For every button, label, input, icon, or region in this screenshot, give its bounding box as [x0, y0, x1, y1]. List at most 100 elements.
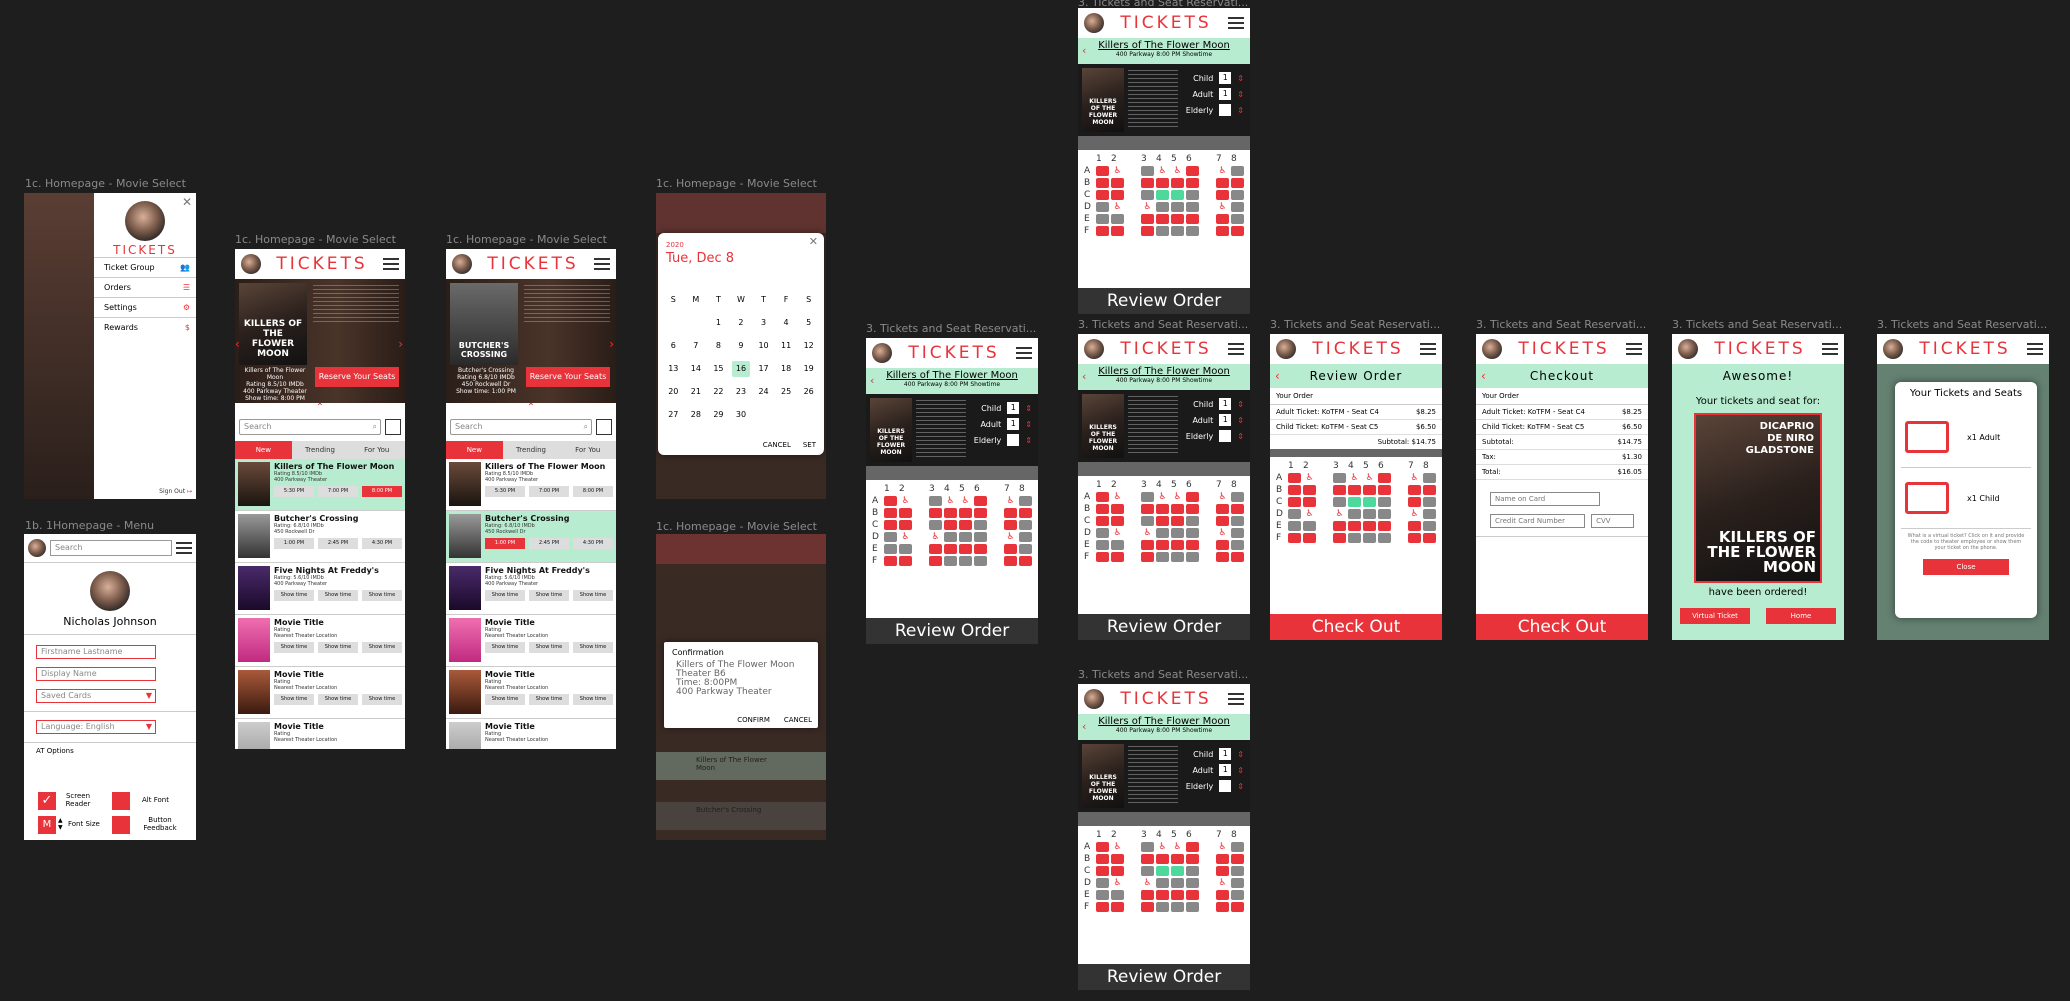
showtime-button[interactable]: 8:00 PM: [362, 486, 402, 497]
seat[interactable]: [1363, 521, 1376, 531]
seat[interactable]: [1363, 509, 1376, 519]
seat[interactable]: [1423, 521, 1436, 531]
seat-selected[interactable]: [1156, 190, 1169, 200]
seat[interactable]: [1333, 473, 1346, 483]
showtime-button[interactable]: 2:45 PM: [529, 538, 569, 549]
seat[interactable]: [1156, 202, 1169, 212]
seat[interactable]: [1303, 485, 1316, 495]
seat[interactable]: [1171, 878, 1184, 888]
hamburger-icon[interactable]: [594, 255, 610, 273]
seat[interactable]: [1303, 521, 1316, 531]
tab-trending[interactable]: Trending: [291, 441, 349, 459]
seat[interactable]: [929, 508, 942, 518]
review-order-button[interactable]: Review Order: [866, 618, 1038, 644]
seat[interactable]: [1171, 528, 1184, 538]
check-out-button[interactable]: Check Out: [1270, 614, 1442, 640]
seat[interactable]: [1348, 485, 1361, 495]
avatar[interactable]: [452, 254, 472, 274]
avatar[interactable]: [1084, 339, 1104, 359]
seat[interactable]: [1231, 166, 1244, 176]
chevron-right-icon[interactable]: ›: [398, 337, 403, 351]
seat[interactable]: [1111, 226, 1124, 236]
seat[interactable]: [884, 544, 897, 554]
seat-selected[interactable]: [1363, 497, 1376, 507]
movie-list-item[interactable]: Five Nights At Freddy's Rating: 5.6/10 IM…: [446, 563, 616, 615]
seat[interactable]: [1019, 508, 1032, 518]
seat[interactable]: [929, 496, 942, 506]
menu-item[interactable]: Orders ☰: [94, 277, 196, 297]
calendar-icon[interactable]: [385, 419, 401, 435]
saved-cards-select[interactable]: Saved Cards ▼: [36, 689, 156, 703]
showtime-button[interactable]: Show time: [485, 590, 525, 601]
showtime-button[interactable]: Show time: [318, 642, 358, 653]
seat[interactable]: [1156, 214, 1169, 224]
font-size-stepper[interactable]: ▲ ▼: [58, 817, 63, 831]
tab-for-you[interactable]: For You: [348, 441, 405, 459]
accessible-seat-icon[interactable]: ♿: [899, 496, 912, 506]
seat[interactable]: [1348, 533, 1361, 543]
quantity-stepper[interactable]: ⇕: [1237, 90, 1244, 99]
seat[interactable]: [944, 544, 957, 554]
accessible-seat-icon[interactable]: ♿: [1303, 473, 1316, 483]
showtime-button[interactable]: Show time: [573, 642, 613, 653]
name-field[interactable]: Firstname Lastname: [36, 645, 156, 659]
accessible-seat-icon[interactable]: ♿: [1216, 842, 1229, 852]
seat[interactable]: [1216, 178, 1229, 188]
accessible-seat-icon[interactable]: ♿: [1216, 202, 1229, 212]
seat[interactable]: [1111, 190, 1124, 200]
day-cell[interactable]: 7: [687, 338, 705, 354]
seat[interactable]: [1423, 485, 1436, 495]
accessible-seat-icon[interactable]: ♿: [959, 496, 972, 506]
quantity-stepper[interactable]: ⇕: [1237, 400, 1244, 409]
seat[interactable]: [1096, 540, 1109, 550]
seat-selected[interactable]: [1156, 866, 1169, 876]
day-cell[interactable]: 20: [664, 384, 682, 400]
showtime-button[interactable]: Show time: [318, 694, 358, 705]
seat[interactable]: [1019, 532, 1032, 542]
day-cell[interactable]: 4: [777, 315, 795, 331]
font-size-button[interactable]: M: [38, 816, 56, 834]
day-cell[interactable]: 16: [731, 360, 750, 377]
seat[interactable]: [1141, 504, 1154, 514]
day-cell[interactable]: 29: [709, 407, 727, 423]
seat[interactable]: [1216, 190, 1229, 200]
showtime-button[interactable]: Show time: [274, 590, 314, 601]
accessible-seat-icon[interactable]: ♿: [1408, 473, 1421, 483]
seat[interactable]: [1216, 902, 1229, 912]
day-cell[interactable]: 13: [664, 361, 682, 377]
accessible-seat-icon[interactable]: ♿: [1171, 492, 1184, 502]
seat[interactable]: [1096, 516, 1109, 526]
seat[interactable]: [1288, 533, 1301, 543]
seat[interactable]: [1423, 533, 1436, 543]
seat[interactable]: [1186, 166, 1199, 176]
menu-item[interactable]: Ticket Group 👥: [94, 257, 196, 277]
seat[interactable]: [1348, 509, 1361, 519]
day-cell[interactable]: 10: [755, 338, 773, 354]
seat[interactable]: [1231, 842, 1244, 852]
seat[interactable]: [1333, 497, 1346, 507]
seat[interactable]: [1378, 497, 1391, 507]
hamburger-icon[interactable]: [383, 255, 399, 273]
seat[interactable]: [1216, 890, 1229, 900]
day-cell[interactable]: 21: [687, 384, 705, 400]
seat[interactable]: [1231, 866, 1244, 876]
seat[interactable]: [1141, 226, 1154, 236]
day-cell[interactable]: 26: [800, 384, 818, 400]
seat[interactable]: [1171, 504, 1184, 514]
seat[interactable]: [1408, 485, 1421, 495]
back-icon[interactable]: ‹: [1082, 44, 1086, 57]
hamburger-icon[interactable]: [1626, 340, 1642, 358]
seat[interactable]: [1096, 202, 1109, 212]
virtual-ticket-button[interactable]: Virtual Ticket: [1680, 608, 1750, 624]
seat[interactable]: [1333, 485, 1346, 495]
quantity-input[interactable]: 1: [1007, 402, 1020, 414]
seat[interactable]: [1141, 552, 1154, 562]
menu-item[interactable]: Rewards $: [94, 317, 196, 337]
seat[interactable]: [1019, 520, 1032, 530]
reserve-seats-button[interactable]: Reserve Your Seats: [315, 367, 399, 387]
day-cell[interactable]: 17: [755, 361, 773, 377]
seat[interactable]: [1231, 226, 1244, 236]
quantity-input[interactable]: 1: [1219, 748, 1232, 760]
seat[interactable]: [959, 544, 972, 554]
seat[interactable]: [1186, 190, 1199, 200]
